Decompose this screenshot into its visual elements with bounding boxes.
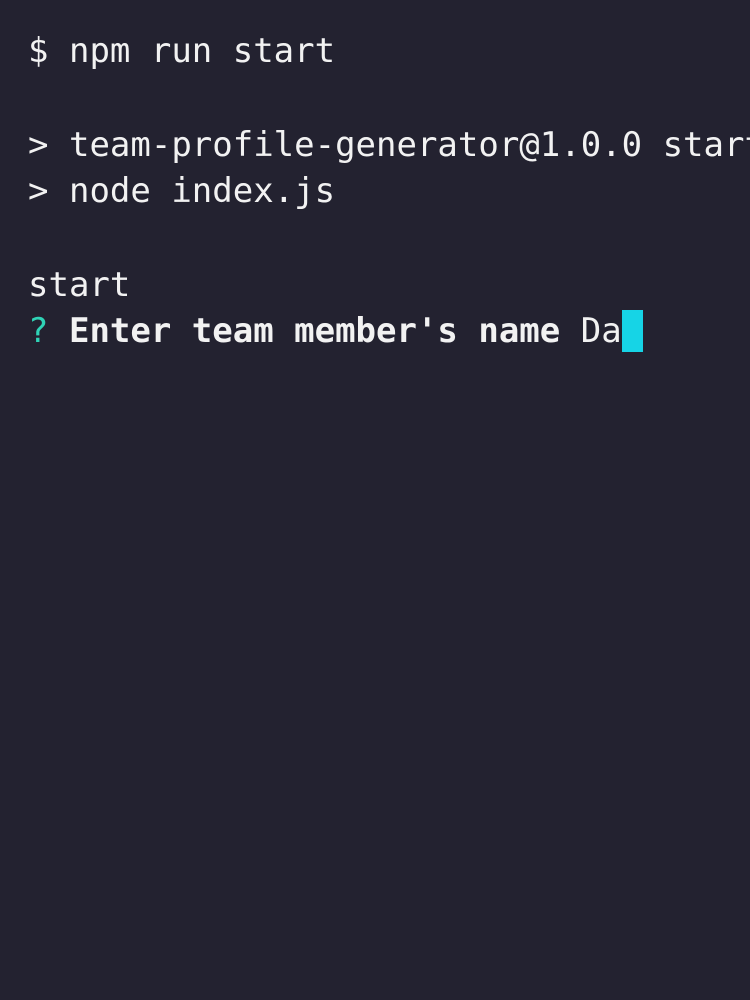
output-line: start (28, 262, 130, 308)
script-command-text: node index.js (68, 171, 336, 211)
question-text: Enter team member's name (68, 311, 561, 351)
package-line-text: team-profile-generator@1.0.0 start (68, 125, 750, 165)
question-mark-icon: ? (28, 311, 49, 351)
script-package-line: > team-profile-generator@1.0.0 start (28, 122, 750, 168)
shell-prompt: $ (28, 31, 49, 71)
script-command-line: > node index.js (28, 168, 335, 214)
script-marker: > (28, 171, 49, 211)
terminal-window[interactable]: $ npm run start > team-profile-generator… (0, 0, 750, 1000)
start-output-text: start (28, 265, 131, 305)
answer-input[interactable]: Da (581, 311, 622, 351)
question-line[interactable]: ? Enter team member's name Da (28, 308, 643, 354)
command-line: $ npm run start (28, 28, 335, 74)
script-marker: > (28, 125, 49, 165)
command-text: npm run start (68, 31, 336, 71)
text-cursor (621, 310, 643, 352)
